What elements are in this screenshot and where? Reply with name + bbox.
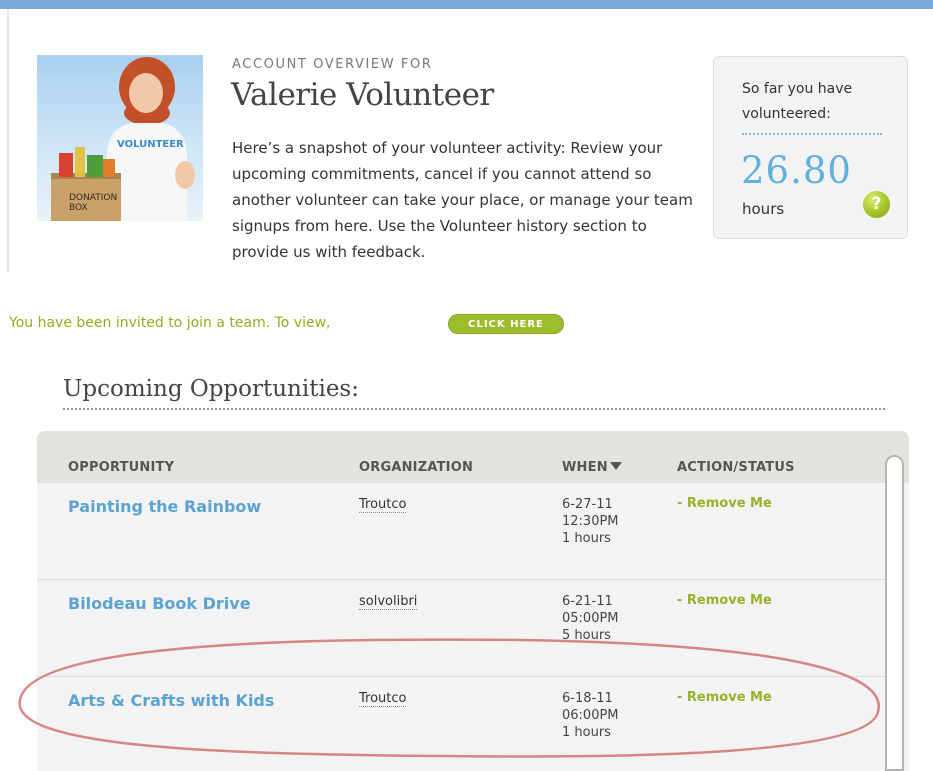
- col-header-opportunity[interactable]: OPPORTUNITY: [68, 460, 174, 475]
- team-invite-text: You have been invited to join a team. To…: [9, 315, 331, 331]
- when-time: 05:00PM: [562, 611, 619, 626]
- organization-link[interactable]: Troutco: [359, 691, 407, 707]
- overview-intro: Here’s a snapshot of your volunteer acti…: [232, 139, 693, 261]
- remove-me-link[interactable]: - Remove Me: [677, 593, 772, 608]
- opportunity-link[interactable]: Arts & Crafts with Kids: [68, 691, 274, 710]
- hours-unit: hours: [742, 200, 785, 218]
- when-cell: 6-21-11 05:00PM 5 hours: [562, 593, 619, 644]
- hours-value: 26.80: [741, 149, 852, 192]
- when-cell: 6-27-11 12:30PM 1 hours: [562, 496, 619, 547]
- table-scrollbar[interactable]: [885, 455, 904, 771]
- table-header: OPPORTUNITY ORGANIZATION WHEN ACTION/STA…: [37, 431, 909, 483]
- volunteer-avatar: VOLUNTEER DONATION BOX: [37, 55, 203, 221]
- table-row: Bilodeau Book Drive solvolibri 6-21-11 0…: [37, 580, 885, 676]
- upcoming-divider: [63, 408, 885, 410]
- top-accent-bar: [0, 0, 933, 9]
- when-duration: 1 hours: [562, 725, 611, 740]
- organization-link[interactable]: Troutco: [359, 497, 407, 513]
- remove-me-link[interactable]: - Remove Me: [677, 690, 772, 705]
- opportunities-table: OPPORTUNITY ORGANIZATION WHEN ACTION/STA…: [37, 431, 909, 771]
- avatar-box-text-1: DONATION: [69, 193, 117, 203]
- when-time: 06:00PM: [562, 708, 619, 723]
- when-duration: 5 hours: [562, 628, 611, 643]
- col-header-when[interactable]: WHEN: [562, 460, 622, 475]
- click-here-button[interactable]: CLICK HERE: [448, 314, 564, 334]
- hours-summary-box: So far you have volunteered: 26.80 hours…: [713, 56, 908, 239]
- when-date: 6-21-11: [562, 594, 613, 609]
- when-time: 12:30PM: [562, 514, 619, 529]
- volunteer-name: Valerie Volunteer: [231, 77, 494, 113]
- question-mark-icon[interactable]: ?: [863, 191, 890, 218]
- hours-prefix: So far you have volunteered:: [742, 81, 853, 122]
- avatar-illustration: VOLUNTEER DONATION BOX: [51, 57, 195, 221]
- when-cell: 6-18-11 06:00PM 1 hours: [562, 690, 619, 741]
- organization-link[interactable]: solvolibri: [359, 594, 418, 610]
- when-duration: 1 hours: [562, 531, 611, 546]
- overview-label: ACCOUNT OVERVIEW FOR: [232, 57, 433, 72]
- when-date: 6-18-11: [562, 691, 613, 706]
- avatar-shirt-text: VOLUNTEER: [117, 139, 184, 150]
- when-date: 6-27-11: [562, 497, 613, 512]
- avatar-box-text-2: BOX: [69, 203, 88, 213]
- opportunity-link[interactable]: Bilodeau Book Drive: [68, 594, 251, 613]
- remove-me-link[interactable]: - Remove Me: [677, 496, 772, 511]
- col-header-action[interactable]: ACTION/STATUS: [677, 460, 795, 475]
- upcoming-title: Upcoming Opportunities:: [63, 376, 359, 402]
- left-divider: [7, 9, 9, 271]
- hours-divider: [742, 133, 882, 135]
- col-header-when-label: WHEN: [562, 460, 608, 475]
- table-row: Painting the Rainbow Troutco 6-27-11 12:…: [37, 483, 885, 579]
- opportunity-link[interactable]: Painting the Rainbow: [68, 497, 261, 516]
- col-header-organization[interactable]: ORGANIZATION: [359, 460, 473, 475]
- sort-down-arrow-icon: [609, 462, 622, 470]
- table-row: Arts & Crafts with Kids Troutco 6-18-11 …: [37, 677, 885, 771]
